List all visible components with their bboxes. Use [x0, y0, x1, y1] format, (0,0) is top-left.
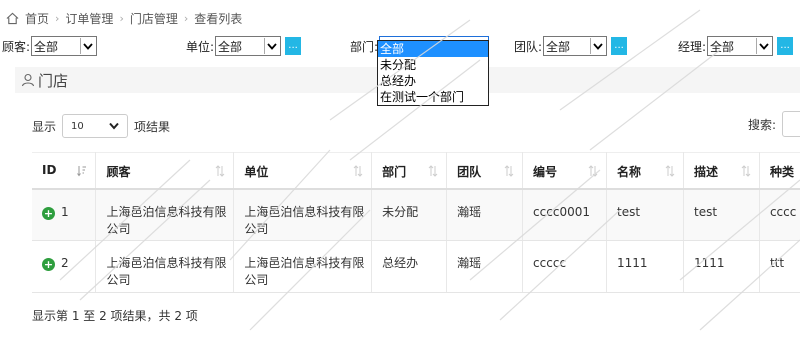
- page-length-select[interactable]: 10: [62, 114, 129, 138]
- cell-id: +1: [32, 188, 97, 241]
- breadcrumb-current: 查看列表: [194, 12, 243, 26]
- search-label-text: 搜索:: [748, 118, 777, 132]
- cell-department: 总经办: [371, 240, 448, 293]
- cell-code: ccccc: [522, 240, 608, 293]
- department-dropdown-list: 全部 未分配 总经办 在测试一个部门: [377, 40, 489, 106]
- column-header-department[interactable]: 部门: [371, 152, 448, 190]
- chevron-down-icon: [109, 122, 119, 130]
- department-filter-label: 部门:: [350, 39, 379, 54]
- team-filter: 团队: 全部 ...: [514, 36, 628, 56]
- home-icon[interactable]: [6, 12, 19, 25]
- column-header-unit[interactable]: 单位: [233, 152, 373, 190]
- sort-icon: [215, 165, 225, 177]
- team-filter-label: 团队:: [514, 39, 543, 54]
- column-header-id[interactable]: ID: [32, 152, 97, 190]
- sort-desc-icon: [77, 166, 87, 177]
- department-option[interactable]: 在测试一个部门: [378, 89, 488, 105]
- unit-filter-label: 单位:: [186, 39, 215, 54]
- cell-description: 1111: [683, 240, 760, 293]
- column-header-customer[interactable]: 顾客: [95, 152, 235, 190]
- unit-filter: 单位: 全部 ...: [186, 36, 302, 56]
- column-header-code[interactable]: 编号: [522, 152, 608, 190]
- column-header-description[interactable]: 描述: [683, 152, 760, 190]
- cell-description: test: [683, 188, 760, 241]
- team-more-button[interactable]: ...: [611, 37, 628, 55]
- cell-id: +2: [32, 240, 97, 293]
- cell-unit: 上海邑泊信息科技有限公司: [233, 188, 373, 241]
- breadcrumb-stores[interactable]: 门店管理: [130, 10, 178, 27]
- manager-filter-label: 经理:: [678, 39, 707, 54]
- manager-more-button[interactable]: ...: [777, 37, 794, 55]
- customer-filter-label: 顾客:: [2, 39, 31, 54]
- breadcrumb-separator: ›: [55, 12, 60, 25]
- sort-icon: [428, 165, 438, 177]
- breadcrumb-separator: ›: [119, 12, 124, 25]
- expand-row-icon[interactable]: +: [42, 206, 55, 220]
- search-input[interactable]: [782, 111, 800, 137]
- breadcrumb-separator: ›: [183, 12, 189, 25]
- table-info: 显示第 1 至 2 项结果，共 2 项: [32, 309, 198, 323]
- manager-filter: 经理: 全部 ...: [678, 36, 794, 56]
- breadcrumb: 首页 › 订单管理 › 门店管理 › 查看列表: [6, 10, 242, 27]
- expand-row-icon[interactable]: +: [42, 258, 55, 271]
- table-row: +1 上海邑泊信息科技有限公司 上海邑泊信息科技有限公司 未分配 瀚瑶 cccc…: [32, 188, 800, 241]
- customer-select[interactable]: 全部: [31, 36, 98, 56]
- panel-title: 门店: [38, 71, 69, 90]
- table-row: +2 上海邑泊信息科技有限公司 上海邑泊信息科技有限公司 总经办 瀚瑶 cccc…: [32, 240, 800, 293]
- cell-name: test: [606, 188, 684, 241]
- cell-unit: 上海邑泊信息科技有限公司: [233, 240, 373, 293]
- cell-department: 未分配: [371, 188, 448, 241]
- column-header-type[interactable]: 种类: [759, 152, 800, 190]
- customer-select-value: 全部: [34, 39, 59, 54]
- sort-icon: [741, 165, 751, 177]
- cell-name: 1111: [606, 240, 684, 293]
- unit-more-button[interactable]: ...: [285, 37, 302, 55]
- length-prefix: 显示: [32, 119, 57, 134]
- cell-customer: 上海邑泊信息科技有限公司: [95, 188, 235, 241]
- breadcrumb-orders[interactable]: 订单管理: [65, 10, 113, 27]
- length-suffix: 项结果: [134, 119, 171, 134]
- sort-icon: [353, 165, 363, 177]
- cell-team: 瀚瑶: [446, 188, 524, 241]
- chevron-down-icon: [590, 38, 605, 54]
- department-option[interactable]: 未分配: [378, 57, 488, 73]
- page-length-value: 10: [71, 120, 84, 132]
- sort-icon: [504, 165, 514, 177]
- breadcrumb-home[interactable]: 首页: [25, 10, 49, 27]
- chevron-down-icon: [80, 38, 95, 54]
- sort-icon: [665, 165, 675, 177]
- cell-team: 瀚瑶: [446, 240, 524, 293]
- cell-customer: 上海邑泊信息科技有限公司: [95, 240, 235, 293]
- page-length-control: 显示 10 项结果: [32, 114, 170, 138]
- column-header-team[interactable]: 团队: [446, 152, 524, 190]
- team-select-value: 全部: [546, 39, 571, 54]
- cell-code: cccc0001: [522, 188, 608, 241]
- cell-type: cccc: [759, 188, 800, 241]
- search-label: 搜索:: [748, 116, 776, 133]
- column-header-name[interactable]: 名称: [606, 152, 684, 190]
- sort-icon: [588, 165, 598, 177]
- table-header-row: ID 顾客 单位 部门 团队 编号 名称 描述 种类: [32, 152, 800, 190]
- user-icon: [21, 73, 35, 87]
- team-select[interactable]: 全部: [543, 36, 608, 56]
- stores-table: ID 顾客 单位 部门 团队 编号 名称 描述 种类 + 1 上海邑泊信息科技有…: [32, 152, 800, 293]
- customer-filter: 顾客: 全部: [2, 36, 98, 56]
- unit-select-value: 全部: [218, 39, 243, 54]
- unit-select[interactable]: 全部: [215, 36, 282, 56]
- manager-select[interactable]: 全部: [707, 36, 774, 56]
- department-option[interactable]: 全部: [378, 41, 488, 57]
- cell-type: ttt: [759, 240, 800, 293]
- manager-select-value: 全部: [710, 39, 735, 54]
- chevron-down-icon: [264, 38, 279, 54]
- chevron-down-icon: [756, 38, 771, 54]
- department-option[interactable]: 总经办: [378, 73, 488, 89]
